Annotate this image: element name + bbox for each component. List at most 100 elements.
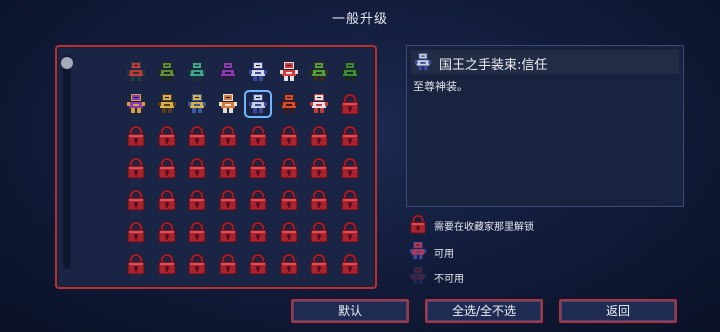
red-lock-icon	[158, 189, 175, 211]
red-lock-icon	[188, 221, 206, 243]
outfit-icon	[279, 62, 298, 81]
red-lock-icon	[127, 189, 145, 211]
red-lock-icon	[219, 221, 236, 243]
outfit-slot[interactable]	[125, 93, 147, 115]
locked-slot[interactable]	[339, 189, 361, 211]
red-lock-icon	[158, 221, 175, 243]
default-button[interactable]: 默认	[291, 299, 409, 323]
red-lock-icon	[188, 125, 206, 147]
locked-slot[interactable]	[186, 125, 208, 147]
locked-slot[interactable]	[125, 221, 147, 243]
locked-slot[interactable]	[247, 189, 269, 211]
locked-slot[interactable]	[339, 93, 361, 115]
locked-slot[interactable]	[247, 253, 269, 275]
red-lock-icon	[219, 253, 236, 275]
outfit-slot[interactable]	[186, 93, 208, 115]
locked-slot[interactable]	[308, 221, 330, 243]
info-panel: 国王之手装束:信任 至尊神装。	[406, 45, 684, 207]
locked-slot[interactable]	[339, 253, 361, 275]
locked-slot[interactable]	[217, 189, 239, 211]
red-lock-icon	[127, 125, 145, 147]
select-all-button[interactable]: 全选/全不选	[425, 299, 543, 323]
locked-slot[interactable]	[125, 125, 147, 147]
outfit-slot[interactable]	[186, 61, 208, 83]
locked-slot[interactable]	[217, 253, 239, 275]
locked-slot[interactable]	[186, 189, 208, 211]
outfit-slot[interactable]	[278, 61, 300, 83]
outfit-icon	[218, 94, 237, 113]
outfit-slot[interactable]	[339, 61, 361, 83]
grid-scrollbar[interactable]	[61, 55, 73, 269]
red-lock-icon	[127, 253, 145, 275]
red-lock-icon	[219, 157, 236, 179]
locked-slot[interactable]	[156, 125, 178, 147]
red-lock-icon	[280, 189, 297, 211]
locked-slot[interactable]	[247, 125, 269, 147]
item-name: 国王之手装束:信任	[439, 58, 548, 73]
page-title: 一般升级	[331, 12, 388, 27]
red-lock-icon	[341, 253, 358, 275]
locked-slot[interactable]	[339, 125, 361, 147]
outfit-slot[interactable]	[156, 93, 178, 115]
locked-slot[interactable]	[278, 253, 300, 275]
red-lock-icon	[127, 221, 145, 243]
outfit-slot[interactable]	[125, 61, 147, 83]
red-lock-icon	[188, 157, 206, 179]
locked-slot[interactable]	[308, 125, 330, 147]
locked-slot[interactable]	[339, 221, 361, 243]
outfit-icon	[249, 94, 267, 113]
locked-slot[interactable]	[278, 157, 300, 179]
upgrade-grid-panel	[55, 45, 377, 289]
locked-slot[interactable]	[186, 157, 208, 179]
locked-slot[interactable]	[308, 253, 330, 275]
red-lock-icon	[219, 189, 236, 211]
info-header: 国王之手装束:信任	[411, 50, 679, 74]
red-lock-icon	[249, 253, 267, 275]
red-lock-icon	[310, 157, 328, 179]
outfit-slot[interactable]	[244, 90, 272, 118]
red-lock-icon	[188, 253, 206, 275]
outfit-slot[interactable]	[217, 93, 239, 115]
outfit-icon	[340, 62, 359, 81]
outfit-slot[interactable]	[278, 93, 300, 115]
back-button[interactable]: 返回	[559, 299, 677, 323]
outfit-slot[interactable]	[156, 61, 178, 83]
locked-slot[interactable]	[278, 189, 300, 211]
red-lock-icon	[341, 93, 358, 115]
red-lock-icon	[127, 157, 145, 179]
legend-locked-text: 需要在收藏家那里解锁	[434, 222, 534, 233]
locked-slot[interactable]	[217, 157, 239, 179]
outfit-icon	[408, 241, 428, 261]
locked-slot[interactable]	[278, 221, 300, 243]
locked-slot[interactable]	[125, 189, 147, 211]
locked-slot[interactable]	[156, 157, 178, 179]
locked-slot[interactable]	[308, 157, 330, 179]
locked-slot[interactable]	[247, 221, 269, 243]
locked-slot[interactable]	[339, 157, 361, 179]
red-lock-icon	[219, 125, 236, 147]
locked-slot[interactable]	[308, 189, 330, 211]
locked-slot[interactable]	[186, 221, 208, 243]
outfit-slot[interactable]	[308, 61, 330, 83]
locked-slot[interactable]	[156, 221, 178, 243]
red-lock-icon	[310, 189, 328, 211]
outfit-slot[interactable]	[247, 61, 269, 83]
locked-slot[interactable]	[247, 157, 269, 179]
red-lock-icon	[158, 125, 175, 147]
red-lock-icon	[341, 125, 358, 147]
locked-slot[interactable]	[217, 221, 239, 243]
outfit-slot[interactable]	[308, 93, 330, 115]
locked-slot[interactable]	[186, 253, 208, 275]
locked-slot[interactable]	[156, 189, 178, 211]
locked-slot[interactable]	[125, 253, 147, 275]
outfit-slot[interactable]	[217, 61, 239, 83]
red-lock-icon	[280, 157, 297, 179]
outfit-icon	[249, 62, 267, 81]
outfit-icon	[127, 62, 145, 81]
red-lock-icon	[158, 157, 175, 179]
locked-slot[interactable]	[125, 157, 147, 179]
scroll-thumb[interactable]	[61, 57, 73, 69]
locked-slot[interactable]	[156, 253, 178, 275]
locked-slot[interactable]	[278, 125, 300, 147]
locked-slot[interactable]	[217, 125, 239, 147]
